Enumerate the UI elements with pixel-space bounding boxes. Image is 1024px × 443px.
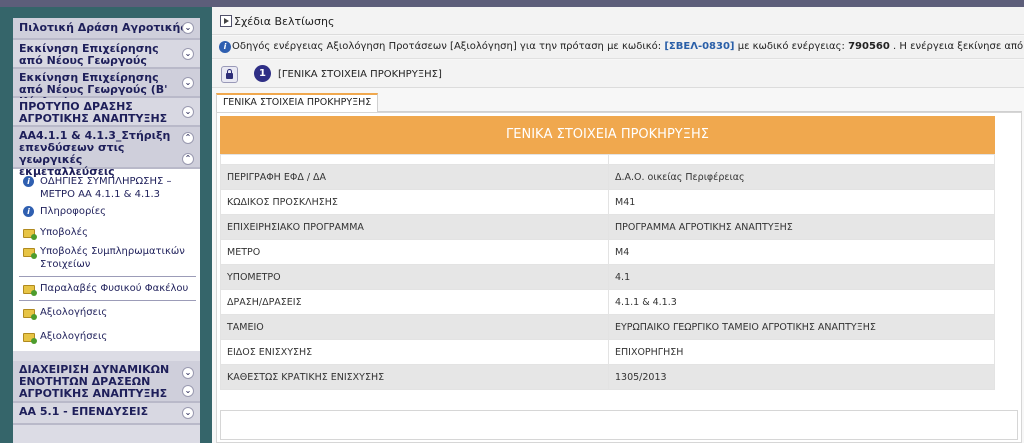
row-key: ΠΕΡΙΓΡΑΦΗ ΕΦΔ / ΔΑ (220, 164, 609, 190)
sidebar-item-label: Υποβολές Συμπληρωματικών Στοιχείων (40, 246, 185, 270)
row-value: Μ4 (608, 239, 995, 265)
play-icon[interactable] (220, 15, 232, 27)
sidebar-section-label: ΠΡΟΤΥΠΟ ΔΡΑΣΗΣ ΑΓΡΟΤΙΚΗΣ ΑΝΑΠΤΥΞΗΣ (19, 100, 168, 125)
info-message: Οδηγός ενέργειας Αξιολόγηση Προτάσεων [Α… (232, 41, 1024, 52)
info-middle: με κωδικό ενέργειας: (737, 41, 845, 52)
step-bar: 1 [ΓΕΝΙΚΑ ΣΤΟΙΧΕΙΑ ΠΡΟΚΗΡΥΞΗΣ] (212, 60, 1024, 88)
chevron-down-icon[interactable]: ⌄ (182, 407, 194, 419)
sidebar-section-label: Πιλοτική Δράση Αγροτικής (19, 21, 187, 34)
tab-bar: ΓΕΝΙΚΑ ΣΤΟΙΧΕΙΑ ΠΡΟΚΗΡΥΞΗΣ (216, 90, 1022, 113)
sidebar-section-label: Εκκίνηση Επιχείρησης από Νέους Γεωργούς (19, 42, 159, 67)
sidebar-item-submissions[interactable]: Υποβολές (13, 224, 200, 241)
info-icon: i (219, 41, 231, 53)
row-key: ΕΙΔΟΣ ΕΝΙΣΧΥΣΗΣ (220, 339, 609, 365)
info-icon: i (23, 176, 34, 187)
sidebar-section-label: ΑΑ4.1.1 & 4.1.3_Στήριξη επενδύσεων στις … (19, 129, 171, 178)
info-suffix: . Η ενέργεια ξεκίνησε από τον χ (893, 41, 1024, 52)
tab-general-info[interactable]: ΓΕΝΙΚΑ ΣΤΟΙΧΕΙΑ ΠΡΟΚΗΡΥΞΗΣ (216, 93, 379, 113)
general-info-panel: ΓΕΝΙΚΑ ΣΤΟΙΧΕΙΑ ΠΡΟΚΗΡΥΞΗΣ ΠΕΡΙΓΡΑΦΗ ΕΦΔ… (216, 112, 1022, 443)
step-label: [ΓΕΝΙΚΑ ΣΤΟΙΧΕΙΑ ΠΡΟΚΗΡΥΞΗΣ] (278, 69, 442, 80)
sidebar-item-label: Υποβολές (40, 227, 88, 238)
sidebar-section-aa411[interactable]: ΑΑ4.1.1 & 4.1.3_Στήριξη επενδύσεων στις … (13, 127, 200, 178)
info-prefix: Οδηγός ενέργειας Αξιολόγηση Προτάσεων [Α… (232, 41, 662, 52)
row-key: ΥΠΟΜΕΤΡΟ (220, 264, 609, 290)
main-content: Σχέδια Βελτίωσης i Οδηγός ενέργειας Αξιο… (212, 7, 1024, 443)
sidebar-section-young-farmers-b[interactable]: Εκκίνηση Επιχείρησης από Νέους Γεωργούς … (13, 69, 200, 108)
row-value: Μ41 (608, 189, 995, 215)
sidebar-section-label: ΑΑ 5.1 - ΕΠΕΝΔΥΣΕΙΣ (19, 405, 149, 418)
chevron-up-icon[interactable]: ⌃ (182, 132, 194, 144)
divider (19, 300, 196, 301)
general-info-table: ΠΕΡΙΓΡΑΦΗ ΕΦΔ / ΔΑ Δ.Α.Ο. οικείας Περιφέ… (220, 154, 995, 390)
sidebar-item-supplementary-submissions[interactable]: Υποβολές Συμπληρωματικών Στοιχείων (13, 243, 200, 273)
page-title: Σχέδια Βελτίωσης (234, 15, 335, 28)
info-bar: i Οδηγός ενέργειας Αξιολόγηση Προτάσεων … (212, 36, 1024, 59)
chevron-up-icon[interactable]: ⌃ (182, 153, 194, 165)
proposal-code: [ΣΒΕΛ-0830] (664, 41, 735, 52)
table-row: ΕΙΔΟΣ ΕΝΙΣΧΥΣΗΣ ΕΠΙΧΟΡΗΓΗΣΗ (220, 339, 995, 365)
sidebar-item-label: Αξιολογήσεις (40, 331, 108, 342)
row-value: 1305/2013 (608, 364, 995, 390)
sidebar-item-label: Πληροφορίες (40, 206, 106, 217)
panel-title: ΓΕΝΙΚΑ ΣΤΟΙΧΕΙΑ ΠΡΟΚΗΡΥΞΗΣ (220, 116, 995, 154)
lock-icon[interactable] (221, 66, 238, 83)
info-icon: i (23, 206, 34, 217)
folder-icon (23, 229, 37, 240)
chevron-down-icon[interactable]: ⌄ (182, 105, 194, 118)
table-row: ΜΕΤΡΟ Μ4 (220, 239, 995, 265)
sidebar-item-physical-file[interactable]: Παραλαβές Φυσικού Φακέλου (13, 280, 200, 297)
row-key: ΔΡΑΣΗ/ΔΡΑΣΕΙΣ (220, 289, 609, 315)
row-key: ΜΕΤΡΟ (220, 239, 609, 265)
sidebar: Πιλοτική Δράση Αγροτικής ⌄ Εκκίνηση Επιχ… (0, 7, 212, 443)
sidebar-section-pilot[interactable]: Πιλοτική Δράση Αγροτικής ⌄ (13, 18, 200, 40)
sidebar-item-label: Παραλαβές Φυσικού Φακέλου (40, 283, 189, 294)
row-value: 4.1.1 & 4.1.3 (608, 289, 995, 315)
chevron-down-icon[interactable]: ⌄ (182, 385, 194, 397)
chevron-down-icon[interactable]: ⌄ (182, 22, 194, 34)
folder-icon (23, 285, 37, 296)
sidebar-section-aa51[interactable]: ΑΑ 5.1 - ΕΠΕΝΔΥΣΕΙΣ ⌄ (13, 403, 200, 425)
table-row: ΔΡΑΣΗ/ΔΡΑΣΕΙΣ 4.1.1 & 4.1.3 (220, 289, 995, 315)
folder-icon (23, 309, 37, 320)
sidebar-section-dynamic-units[interactable]: ΔΙΑΧΕΙΡΙΣΗ ΔΥΝΑΜΙΚΩΝ ΕΝΟΤΗΤΩΝ ΔΡΑΣΕΩΝ ΑΓ… (13, 361, 200, 403)
row-value: 4.1 (608, 264, 995, 290)
row-value: Δ.Α.Ο. οικείας Περιφέρειας (608, 164, 995, 190)
table-row: ΠΕΡΙΓΡΑΦΗ ΕΦΔ / ΔΑ Δ.Α.Ο. οικείας Περιφέ… (220, 164, 995, 190)
sidebar-item-instructions[interactable]: i ΟΔΗΓΙΕΣ ΣΥΜΠΛΗΡΩΣΗΣ – ΜΕΤΡΟ ΑΑ 4.1.1 &… (13, 173, 200, 203)
table-row: ΥΠΟΜΕΤΡΟ 4.1 (220, 264, 995, 290)
table-row: ΕΠΙΧΕΙΡΗΣΙΑΚΟ ΠΡΟΓΡΑΜΜΑ ΠΡΟΓΡΑΜΜΑ ΑΓΡΟΤΙ… (220, 214, 995, 240)
divider (19, 276, 196, 277)
lower-section (220, 410, 1018, 440)
sidebar-item-evaluations-2[interactable]: Αξιολογήσεις (13, 328, 200, 345)
table-spacer-row (220, 154, 995, 165)
sidebar-section-label: ΔΙΑΧΕΙΡΙΣΗ ΔΥΝΑΜΙΚΩΝ ΕΝΟΤΗΤΩΝ ΔΡΑΣΕΩΝ ΑΓ… (19, 363, 170, 400)
row-key: ΕΠΙΧΕΙΡΗΣΙΑΚΟ ΠΡΟΓΡΑΜΜΑ (220, 214, 609, 240)
folder-icon (23, 333, 37, 344)
row-key: ΤΑΜΕΙΟ (220, 314, 609, 340)
step-number-badge[interactable]: 1 (254, 65, 271, 82)
title-bar: Σχέδια Βελτίωσης (212, 7, 1024, 35)
sidebar-item-evaluations[interactable]: Αξιολογήσεις (13, 304, 200, 321)
row-value: ΠΡΟΓΡΑΜΜΑ ΑΓΡΟΤΙΚΗΣ ΑΝΑΠΤΥΞΗΣ (608, 214, 995, 240)
table-row: ΤΑΜΕΙΟ ΕΥΡΩΠΑΙΚΟ ΓΕΩΡΓΙΚΟ ΤΑΜΕΙΟ ΑΓΡΟΤΙΚ… (220, 314, 995, 340)
table-row: ΚΩΔΙΚΟΣ ΠΡΟΣΚΛΗΣΗΣ Μ41 (220, 189, 995, 215)
chevron-down-icon[interactable]: ⌄ (182, 47, 194, 60)
chevron-down-icon[interactable]: ⌄ (182, 367, 194, 379)
row-key: ΚΑΘΕΣΤΩΣ ΚΡΑΤΙΚΗΣ ΕΝΙΣΧΥΣΗΣ (220, 364, 609, 390)
sidebar-section-young-farmers[interactable]: Εκκίνηση Επιχείρησης από Νέους Γεωργούς … (13, 40, 200, 69)
sidebar-item-information[interactable]: i Πληροφορίες (13, 203, 200, 220)
sidebar-item-label: ΟΔΗΓΙΕΣ ΣΥΜΠΛΗΡΩΣΗΣ – ΜΕΤΡΟ ΑΑ 4.1.1 & 4… (40, 176, 172, 200)
row-value: ΕΠΙΧΟΡΗΓΗΣΗ (608, 339, 995, 365)
folder-icon (23, 248, 37, 259)
sidebar-submenu: i ΟΔΗΓΙΕΣ ΣΥΜΠΛΗΡΩΣΗΣ – ΜΕΤΡΟ ΑΑ 4.1.1 &… (13, 169, 200, 351)
sidebar-menu: Πιλοτική Δράση Αγροτικής ⌄ Εκκίνηση Επιχ… (13, 18, 200, 443)
table-row: ΚΑΘΕΣΤΩΣ ΚΡΑΤΙΚΗΣ ΕΝΙΣΧΥΣΗΣ 1305/2013 (220, 364, 995, 390)
action-code: 790560 (848, 41, 890, 52)
top-strip (0, 0, 1024, 7)
row-key: ΚΩΔΙΚΟΣ ΠΡΟΣΚΛΗΣΗΣ (220, 189, 609, 215)
row-value: ΕΥΡΩΠΑΙΚΟ ΓΕΩΡΓΙΚΟ ΤΑΜΕΙΟ ΑΓΡΟΤΙΚΗΣ ΑΝΑΠ… (608, 314, 995, 340)
sidebar-section-model-action[interactable]: ΠΡΟΤΥΠΟ ΔΡΑΣΗΣ ΑΓΡΟΤΙΚΗΣ ΑΝΑΠΤΥΞΗΣ ⌄ (13, 98, 200, 127)
sidebar-item-label: Αξιολογήσεις (40, 307, 108, 318)
chevron-down-icon[interactable]: ⌄ (182, 76, 194, 89)
